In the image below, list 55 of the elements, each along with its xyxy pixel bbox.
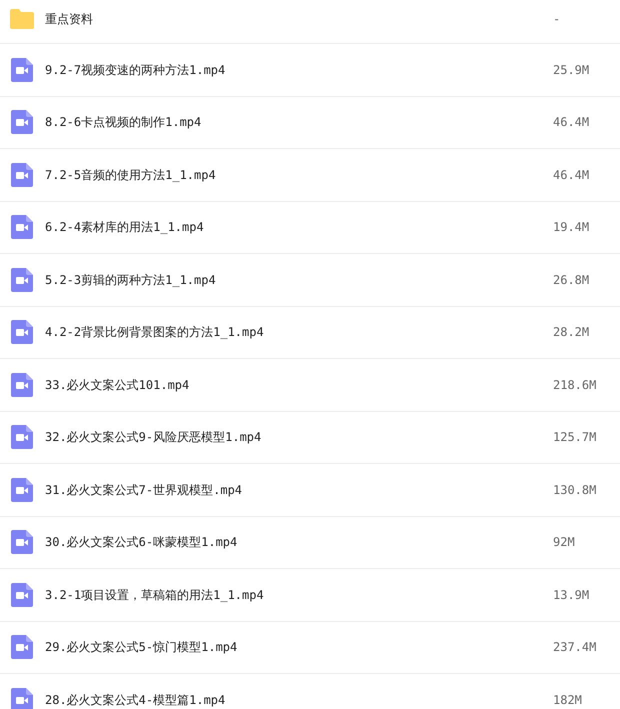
video-file-icon	[10, 162, 32, 187]
file-name: 29.必火文案公式5-惊门模型1.mp4	[45, 639, 238, 656]
video-file-icon	[10, 320, 32, 344]
file-row[interactable]: 6.2-4素材库的用法1_1.mp4 19.4M	[0, 202, 620, 254]
video-file-icon	[10, 372, 32, 397]
file-row[interactable]: 7.2-5音频的使用方法1_1.mp4 46.4M	[0, 149, 620, 202]
file-name: 重点资料	[45, 10, 94, 28]
file-size: 28.2M	[553, 324, 590, 342]
file-size: 46.4M	[553, 166, 590, 184]
file-size: 92M	[553, 534, 576, 552]
video-file-icon	[10, 478, 32, 502]
file-size: 13.9M	[553, 586, 590, 604]
file-size: 182M	[553, 692, 583, 709]
file-size: -	[553, 10, 562, 28]
file-row[interactable]: 8.2-6卡点视频的制作1.mp4 46.4M	[0, 96, 620, 149]
file-row[interactable]: 31.必火文案公式7-世界观模型.mp4 130.8M	[0, 464, 620, 516]
file-name: 30.必火文案公式6-咪蒙模型1.mp4	[45, 534, 238, 552]
file-size: 26.8M	[553, 272, 590, 289]
file-name: 32.必火文案公式9-风险厌恶模型1.mp4	[45, 429, 262, 446]
file-row[interactable]: 30.必火文案公式6-咪蒙模型1.mp4 92M	[0, 516, 620, 569]
file-name: 4.2-2背景比例背景图案的方法1_1.mp4	[45, 324, 265, 342]
file-name: 9.2-7视频变速的两种方法1.mp4	[45, 62, 226, 79]
file-name: 7.2-5音频的使用方法1_1.mp4	[45, 166, 217, 184]
file-size: 25.9M	[553, 62, 590, 79]
video-file-icon	[10, 215, 32, 240]
file-row[interactable]: 29.必火文案公式5-惊门模型1.mp4 237.4M	[0, 622, 620, 674]
file-row[interactable]: 重点资料 -	[0, 0, 620, 44]
file-name: 28.必火文案公式4-模型篇1.mp4	[45, 692, 226, 709]
file-size: 218.6M	[553, 376, 598, 394]
file-size: 125.7M	[553, 429, 598, 446]
file-row[interactable]: 5.2-3剪辑的两种方法1_1.mp4 26.8M	[0, 254, 620, 306]
file-name: 5.2-3剪辑的两种方法1_1.mp4	[45, 272, 217, 289]
file-name: 3.2-1项目设置，草稿箱的用法1_1.mp4	[45, 586, 265, 604]
video-file-icon	[10, 530, 32, 554]
file-size: 19.4M	[553, 219, 590, 236]
video-file-icon	[10, 268, 32, 292]
file-name: 33.必火文案公式101.mp4	[45, 376, 190, 394]
file-row[interactable]: 32.必火文案公式9-风险厌恶模型1.mp4 125.7M	[0, 412, 620, 464]
file-row[interactable]: 9.2-7视频变速的两种方法1.mp4 25.9M	[0, 44, 620, 96]
file-row[interactable]: 3.2-1项目设置，草稿箱的用法1_1.mp4 13.9M	[0, 569, 620, 622]
file-name: 8.2-6卡点视频的制作1.mp4	[45, 114, 202, 132]
file-row[interactable]: 4.2-2背景比例背景图案的方法1_1.mp4 28.2M	[0, 306, 620, 359]
file-size: 237.4M	[553, 639, 598, 656]
video-file-icon	[10, 635, 32, 660]
video-file-icon	[10, 425, 32, 450]
file-name: 31.必火文案公式7-世界观模型.mp4	[45, 482, 244, 499]
file-row[interactable]: 33.必火文案公式101.mp4 218.6M	[0, 359, 620, 412]
file-row[interactable]: 28.必火文案公式4-模型篇1.mp4 182M	[0, 674, 620, 709]
file-size: 130.8M	[553, 482, 598, 499]
video-file-icon	[10, 110, 32, 134]
file-name: 6.2-4素材库的用法1_1.mp4	[45, 219, 205, 236]
video-file-icon	[10, 58, 32, 82]
folder-icon	[10, 8, 34, 28]
video-file-icon	[10, 582, 32, 607]
file-size: 46.4M	[553, 114, 590, 132]
